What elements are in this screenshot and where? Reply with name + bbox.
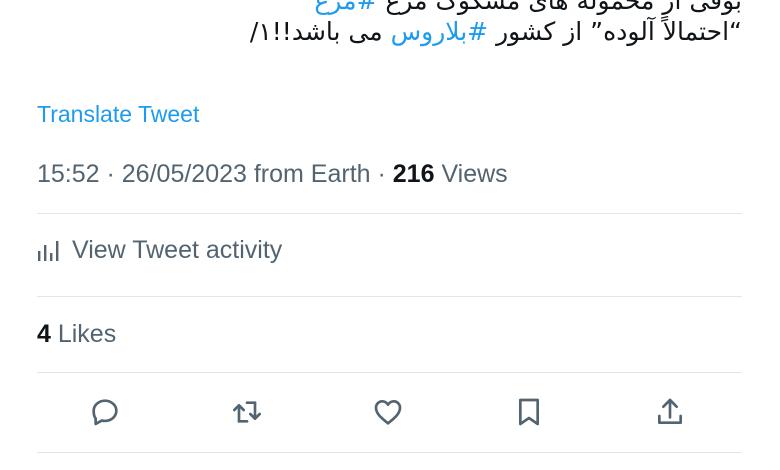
tweet-text: “احتمالاً آلوده” از کشور #بلاروس می باشد… [22,17,742,46]
view-tweet-activity-button[interactable]: View Tweet activity [37,236,282,265]
tweet-hashtag[interactable]: #بلاروس [391,17,489,46]
tweet-hashtag-partial[interactable]: #مرغ [314,0,377,15]
translate-tweet-link[interactable]: Translate Tweet [37,101,199,128]
view-tweet-activity-label: View Tweet activity [72,236,283,264]
tweet-date[interactable]: 26/05/2023 [122,160,247,188]
retweet-icon [233,401,261,423]
reply-icon [92,399,118,426]
bookmark-icon [519,398,539,426]
reply-button[interactable] [87,394,123,430]
meta-separator: · [370,160,393,188]
share-icon [658,398,682,424]
views-label: Views [434,160,508,188]
analytics-icon [38,240,59,261]
heart-icon [374,400,402,425]
tweet-time[interactable]: 15:52 [37,160,100,188]
likes-label: Likes [50,320,117,348]
tweet-source: from Earth [246,160,371,188]
tweet-text-partial: بوقی از محموله های مشکوک مرغ #مرغ [22,0,742,15]
views-count: 216 [392,160,435,188]
tweet-meta: 15:52 · 26/05/2023 from Earth · 216 View… [37,160,508,189]
tweet-text-prefix: “احتمالاً آلوده” از کشور [496,17,742,46]
divider [37,213,742,214]
like-button[interactable] [370,394,406,430]
tweet-text-suffix: می باشد!!١/ [249,17,383,46]
likes-link[interactable]: 4 Likes [37,320,116,349]
tweet-text-partial-plain: بوقی از محموله های مشکوک مرغ [385,0,742,15]
divider [37,372,742,373]
divider [37,296,742,297]
likes-count: 4 [37,320,51,348]
bookmark-button[interactable] [511,394,547,430]
retweet-button[interactable] [229,394,265,430]
share-button[interactable] [652,394,688,430]
meta-separator: · [99,160,122,188]
divider [37,452,742,453]
